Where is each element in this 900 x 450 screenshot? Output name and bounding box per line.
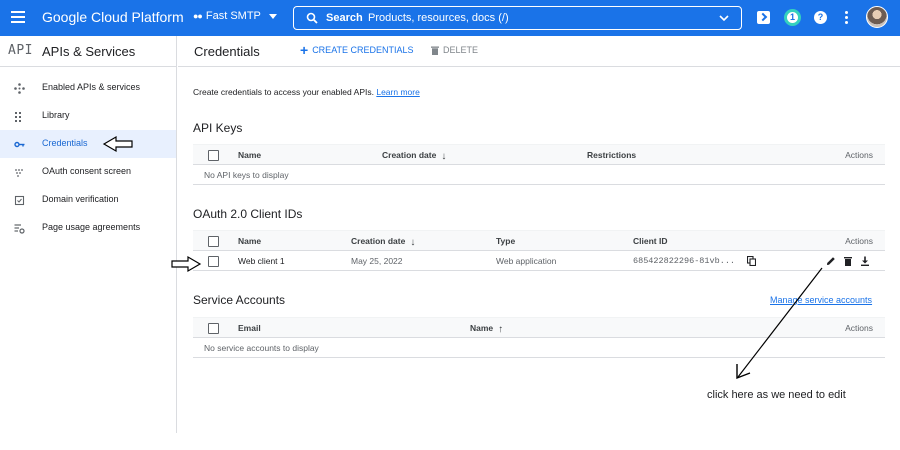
page-title: Credentials (194, 44, 260, 59)
column-name[interactable]: Name (238, 236, 261, 246)
client-name-link[interactable]: Web client 1 (238, 256, 285, 266)
column-creation-date[interactable]: Creation date ↓ (351, 236, 415, 248)
api-icon: API (8, 43, 33, 58)
api-keys-table: Name Creation date ↓ Restrictions Actions… (193, 144, 885, 185)
intro-description: Create credentials to access your enable… (193, 87, 374, 97)
column-label: Creation date (351, 236, 406, 246)
trash-icon[interactable] (843, 256, 853, 266)
empty-message: No API keys to display (204, 170, 289, 180)
empty-row: No service accounts to display (193, 338, 885, 358)
help-icon[interactable]: ? (814, 11, 827, 24)
select-all-checkbox[interactable] (208, 323, 219, 334)
oauth-title: OAuth 2.0 Client IDs (193, 207, 303, 221)
select-all-checkbox[interactable] (208, 236, 219, 247)
api-keys-title: API Keys (193, 121, 243, 135)
diamond-icon (14, 83, 25, 94)
table-header: Name Creation date ↓ Type Client ID Actio… (193, 230, 885, 251)
consent-icon (15, 169, 23, 177)
manage-service-accounts-link[interactable]: Manage service accounts (770, 295, 872, 305)
sidebar-title: APIs & Services (42, 44, 136, 59)
column-creation-date[interactable]: Creation date ↓ (382, 150, 446, 162)
search-input[interactable]: Products, resources, docs (/) (368, 12, 509, 24)
sidebar-item-label: Library (42, 110, 70, 120)
column-restrictions[interactable]: Restrictions (587, 150, 636, 160)
arrow-down-icon: ↓ (410, 237, 416, 248)
page-header: Credentials + CREATE CREDENTIALS DELETE (178, 36, 900, 67)
column-actions: Actions (845, 150, 873, 160)
service-accounts-title: Service Accounts (193, 293, 286, 307)
row-checkbox[interactable] (208, 256, 219, 267)
column-name[interactable]: Name (238, 150, 261, 160)
column-type[interactable]: Type (496, 236, 515, 246)
service-accounts-table: Email Name ↑ Actions No service accounts … (193, 317, 885, 358)
table-header: Name Creation date ↓ Restrictions Actions (193, 144, 885, 165)
checkbox-icon (14, 195, 25, 206)
column-name[interactable]: Name ↑ (470, 323, 503, 335)
sidebar-item-library[interactable]: Library (0, 102, 176, 130)
sidebar-item-label: Domain verification (42, 194, 119, 204)
project-selector[interactable]: ●● Fast SMTP (193, 10, 277, 22)
sidebar-header: API APIs & Services (0, 36, 176, 67)
empty-message: No service accounts to display (204, 343, 319, 353)
sidebar-item-enabled-apis[interactable]: Enabled APIs & services (0, 74, 176, 102)
empty-row: No API keys to display (193, 165, 885, 185)
chevron-down-icon[interactable] (719, 14, 729, 22)
brand-title[interactable]: Google Cloud Platform (42, 9, 184, 25)
settings-list-icon (14, 224, 25, 234)
sidebar-item-label: Enabled APIs & services (42, 82, 141, 92)
learn-more-link[interactable]: Learn more (376, 87, 419, 97)
key-icon (14, 141, 25, 148)
sidebar: API APIs & Services Enabled APIs & servi… (0, 36, 177, 433)
delete-button[interactable]: DELETE (431, 45, 478, 55)
create-credentials-label: CREATE CREDENTIALS (312, 45, 414, 55)
download-icon[interactable] (860, 256, 870, 266)
arrow-up-icon: ↑ (498, 324, 504, 335)
notification-badge[interactable]: 1 (784, 9, 801, 26)
creation-date: May 25, 2022 (351, 256, 403, 266)
top-bar: Google Cloud Platform ●● Fast SMTP Searc… (0, 0, 900, 36)
sidebar-item-label: Credentials (42, 138, 88, 148)
plus-icon: + (300, 41, 309, 58)
sidebar-item-label: OAuth consent screen (42, 166, 132, 176)
intro-text: Create credentials to access your enable… (193, 87, 420, 97)
more-vert-icon[interactable] (845, 11, 849, 25)
table-row: Web client 1 May 25, 2022 Web applicatio… (193, 251, 885, 271)
column-email[interactable]: Email (238, 323, 261, 333)
table-header: Email Name ↑ Actions (193, 317, 885, 338)
chevron-down-icon (268, 13, 277, 19)
column-label: Creation date (382, 150, 437, 160)
trash-icon (431, 46, 439, 55)
sidebar-item-oauth-consent[interactable]: OAuth consent screen (0, 158, 176, 186)
project-name: Fast SMTP (205, 10, 261, 22)
search-bar[interactable]: Search Products, resources, docs (/) (293, 6, 742, 30)
annotation-pointer-head (736, 364, 751, 380)
column-actions: Actions (845, 323, 873, 333)
sidebar-item-label: Page usage agreements (42, 222, 141, 232)
arrow-down-icon: ↓ (441, 151, 447, 162)
annotation-text: click here as we need to edit (707, 389, 846, 401)
avatar[interactable] (866, 6, 888, 28)
search-label: Search (326, 12, 363, 24)
sidebar-item-credentials[interactable]: Credentials (0, 130, 176, 158)
client-id-value: 685422822296-81vb... (633, 256, 736, 266)
edit-icon[interactable] (826, 256, 836, 266)
delete-label: DELETE (443, 45, 479, 55)
sidebar-item-domain-verification[interactable]: Domain verification (0, 186, 176, 214)
select-all-checkbox[interactable] (208, 150, 219, 161)
menu-icon[interactable] (11, 11, 25, 23)
create-credentials-button[interactable]: + CREATE CREDENTIALS (300, 41, 414, 58)
cloud-shell-icon[interactable] (757, 11, 770, 24)
copy-icon[interactable] (747, 256, 756, 266)
search-icon (306, 12, 318, 24)
oauth-table: Name Creation date ↓ Type Client ID Actio… (193, 230, 885, 271)
client-type: Web application (496, 256, 557, 266)
library-icon (15, 112, 21, 122)
sidebar-item-page-usage[interactable]: Page usage agreements (0, 214, 176, 242)
column-actions: Actions (845, 236, 873, 246)
column-label: Name (470, 323, 494, 333)
column-client-id[interactable]: Client ID (633, 236, 667, 246)
project-icon: ●● (193, 11, 203, 21)
